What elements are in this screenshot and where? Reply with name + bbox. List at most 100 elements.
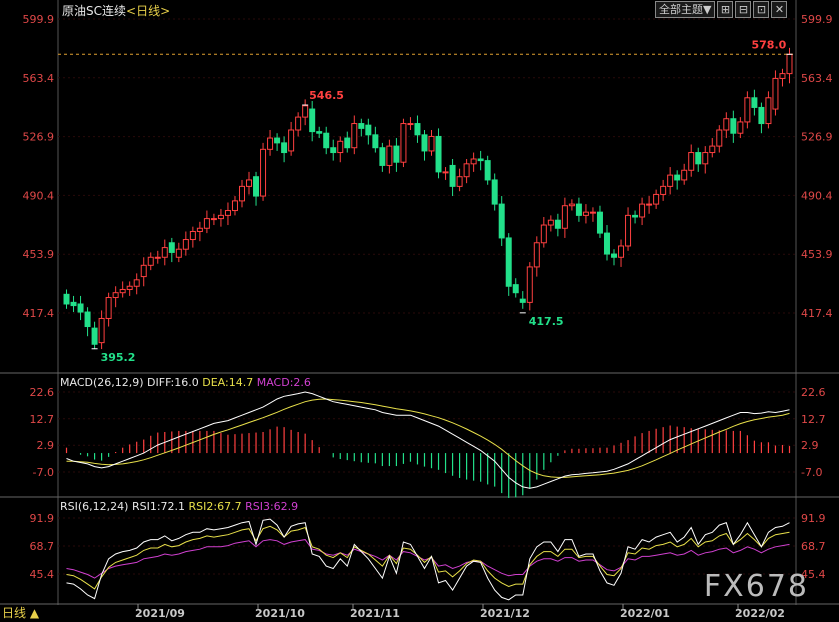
candle-body (709, 145, 716, 154)
candle-body (112, 292, 119, 299)
candle-body (463, 163, 470, 178)
period-toggle[interactable]: 日线 ▲ (2, 604, 39, 621)
y-tick-label: 526.9 (23, 131, 55, 144)
x-tick-label: 2021/12 (480, 607, 530, 620)
candle-body (449, 164, 456, 187)
candle-body (589, 211, 596, 214)
price-annotation: 546.5 (309, 89, 344, 102)
candle-body (421, 134, 428, 152)
candle-body (168, 242, 175, 253)
candle-body (435, 135, 442, 173)
candle-body (119, 288, 126, 294)
y-tick-label: 91.9 (801, 512, 826, 525)
candle-body (646, 203, 653, 206)
candle-body (147, 256, 154, 266)
y-tick-label: 563.4 (801, 72, 833, 85)
candle-body (568, 203, 575, 207)
candle-body (281, 142, 288, 154)
y-tick-label: 453.9 (801, 248, 833, 261)
zoom-out-icon[interactable]: ⊟ (735, 1, 752, 18)
candle-body (316, 131, 323, 134)
candle-body (175, 248, 182, 258)
candle-body (428, 135, 435, 152)
candle-body (365, 124, 372, 136)
rsi-label: RSI(6,12,24) (60, 500, 129, 513)
close-icon[interactable]: ✕ (771, 1, 788, 18)
candle-body (491, 179, 498, 205)
macd-diff-value: DIFF:16.0 (147, 376, 199, 389)
x-tick-label: 2022/01 (620, 607, 670, 620)
candle-body (667, 174, 674, 187)
candle-body (596, 211, 603, 234)
candle-body (470, 158, 477, 165)
candle-body (547, 219, 554, 226)
candle-body (274, 137, 281, 144)
candle-body (105, 297, 112, 319)
y-tick-label: 526.9 (801, 131, 833, 144)
price-chart: 599.9 599.9 563.4 563.4 526.9 526.9 490.4 490.4… (0, 0, 839, 620)
candle-body (224, 210, 231, 216)
candle-body (660, 185, 667, 195)
y-tick-label: 2.9 (37, 439, 55, 452)
candle-body (154, 256, 161, 259)
candle-body (723, 118, 730, 131)
y-tick-label: 417.4 (23, 307, 55, 320)
candle-body (161, 247, 168, 258)
rsi2-line (66, 525, 790, 590)
candle-body (674, 174, 681, 181)
candle-body (126, 285, 133, 290)
x-tick-label: 2021/09 (135, 607, 185, 620)
price-annotation: 395.2 (101, 351, 136, 364)
candle-body (133, 279, 140, 287)
grid-icon[interactable]: ⊞ (717, 1, 734, 18)
candle-body (182, 239, 189, 250)
candle-body (702, 152, 709, 165)
candle-body (582, 211, 589, 216)
y-tick-label: 12.7 (801, 413, 826, 426)
candle-body (779, 73, 786, 79)
candle-body (309, 108, 316, 133)
candle-body (379, 147, 386, 166)
candle-body (196, 227, 203, 232)
period-prev[interactable]: < (126, 4, 136, 18)
candle-body (386, 145, 393, 166)
candle-body (217, 214, 224, 220)
candle-body (253, 176, 260, 197)
candle-body (407, 123, 414, 126)
period-label[interactable]: 日线 (136, 4, 160, 18)
y-tick-label: 599.9 (801, 13, 833, 26)
candle-body (737, 121, 744, 134)
macd-legend: MACD(26,12,9) DIFF:16.0 DEA:14.7 MACD:2.… (60, 376, 311, 389)
candle-body (267, 137, 274, 150)
y-tick-label: 68.7 (801, 540, 826, 553)
candle-body (84, 311, 91, 328)
macd-macd-value: MACD:2.6 (256, 376, 311, 389)
candle-body (246, 179, 253, 187)
y-tick-label: 490.4 (23, 189, 55, 202)
price-annotation: 578.0 (751, 38, 786, 51)
candle-body (632, 214, 639, 218)
zoom-in-icon[interactable]: ⊡ (753, 1, 770, 18)
y-tick-label: -7.0 (33, 466, 54, 479)
candle-body (533, 242, 540, 268)
candle-body (393, 145, 400, 163)
period-next[interactable]: > (160, 4, 170, 18)
candle-body (323, 132, 330, 149)
candle-body (442, 171, 449, 174)
chart-header: 原油SC连续<日线> (62, 2, 170, 19)
candle-body (512, 284, 519, 294)
candle-body (625, 214, 632, 247)
y-tick-label: 453.9 (23, 248, 55, 261)
candle-body (77, 303, 84, 313)
y-tick-label: 45.4 (30, 568, 55, 581)
candle-body (765, 97, 772, 125)
y-tick-label: 22.6 (30, 386, 55, 399)
candle-body (456, 176, 463, 187)
candle-body (716, 129, 723, 147)
candle-body (210, 218, 217, 221)
candle-body (751, 97, 758, 108)
price-annotation: 417.5 (529, 315, 564, 328)
theme-menu-button[interactable]: 全部主题▼ (655, 1, 716, 18)
candle-body (91, 327, 98, 345)
candle-body (603, 232, 610, 255)
